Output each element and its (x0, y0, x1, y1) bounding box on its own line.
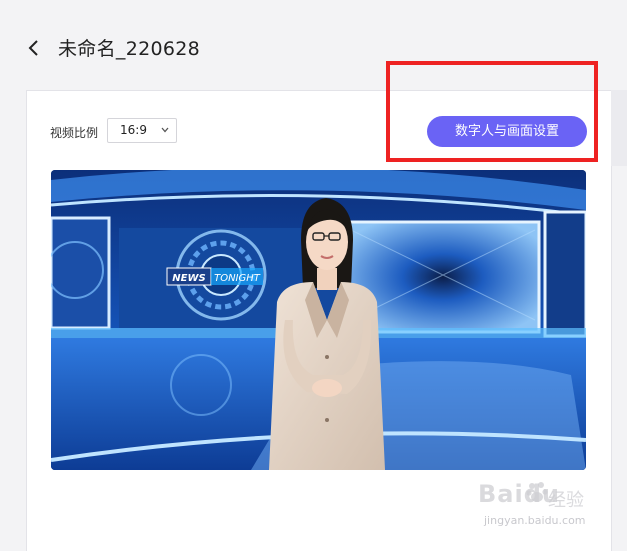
video-ratio-label: 视频比例 (50, 126, 99, 140)
watermark-sub: 经验 (548, 490, 584, 511)
page-title: 未命名_220628 (58, 38, 201, 60)
watermark: Baidu 经验 jingyan.baidu.com (478, 478, 618, 540)
news-banner-text: TONIGHT (214, 273, 261, 284)
highlight-annotation (386, 61, 598, 162)
watermark-url: jingyan.baidu.com (484, 514, 586, 527)
side-panel-edge (611, 90, 627, 166)
video-ratio-select[interactable]: 16:9 (107, 118, 177, 143)
video-preview[interactable]: NEWS TONIGHT (51, 170, 586, 470)
video-ratio-value: 16:9 (120, 123, 147, 137)
chevron-down-icon (161, 127, 169, 133)
news-studio-scene: NEWS TONIGHT (51, 170, 586, 470)
chevron-left-icon (28, 40, 38, 56)
back-button[interactable] (26, 37, 44, 59)
news-banner-brand: NEWS (172, 273, 205, 284)
paw-icon (526, 482, 548, 502)
